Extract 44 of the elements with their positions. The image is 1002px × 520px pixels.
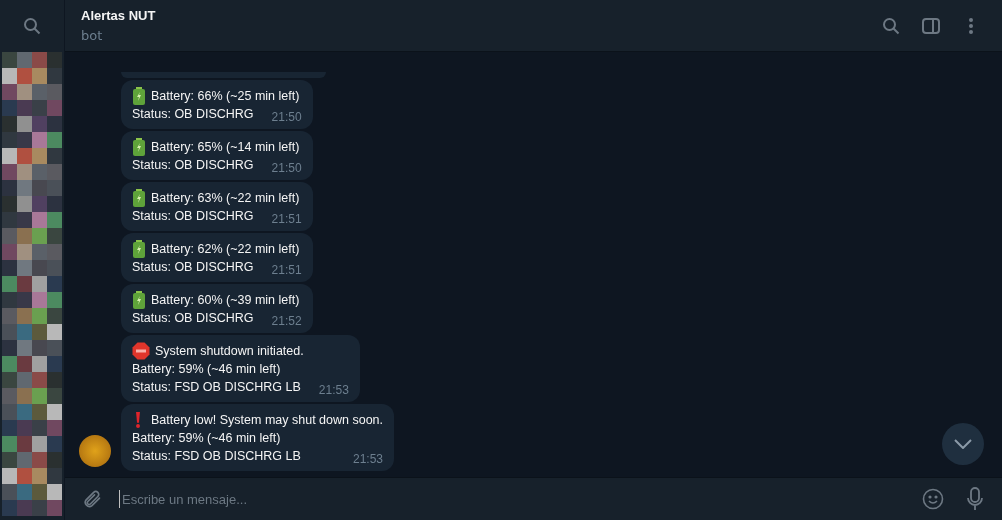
microphone-icon — [966, 487, 984, 511]
message-input[interactable]: Escribe un mensaje... — [119, 490, 906, 508]
search-icon — [23, 17, 41, 35]
battery-icon — [132, 87, 146, 105]
message-text: Battery: 59% (~46 min left) — [132, 361, 281, 378]
message-time: 21:50 — [271, 109, 302, 126]
message-text: Battery: 66% (~25 min left) — [151, 88, 300, 105]
message-text: Battery: 63% (~22 min left) — [151, 190, 300, 207]
message-text: Battery: 65% (~14 min left) — [151, 139, 300, 156]
message-time: 21:50 — [271, 160, 302, 177]
chat-title: Alertas NUT — [81, 8, 157, 23]
chevron-down-icon — [954, 439, 972, 449]
message-time: 21:52 — [271, 313, 302, 330]
message-text: Battery: 59% (~46 min left) — [132, 430, 281, 447]
scroll-down-button[interactable] — [942, 423, 984, 465]
more-icon — [969, 17, 973, 34]
message-text: Status: OB DISCHRG — [132, 106, 254, 123]
message-text: Status: OB DISCHRG — [132, 157, 254, 174]
message-time: 21:51 — [271, 211, 302, 228]
message-text: Status: FSD OB DISCHRG LB — [132, 448, 301, 465]
panel-icon — [922, 17, 940, 34]
exclamation-icon — [136, 412, 140, 428]
message-time: 21:51 — [271, 262, 302, 279]
chat-subtitle: bot — [81, 28, 104, 43]
message-text: Status: OB DISCHRG — [132, 259, 254, 276]
smiley-icon — [922, 488, 944, 510]
battery-icon — [132, 138, 146, 156]
battery-icon — [132, 240, 146, 258]
stop-sign-icon — [132, 342, 150, 360]
message-text: Battery low! System may shut down soon. — [151, 412, 384, 429]
message-text: Battery: 62% (~22 min left) — [151, 241, 300, 258]
message-text: Battery: 60% (~39 min left) — [151, 292, 300, 309]
message-text: Status: OB DISCHRG — [132, 208, 254, 225]
message-time: 21:53 — [353, 451, 384, 468]
message-time: 21:53 — [318, 382, 349, 399]
battery-icon — [132, 291, 146, 309]
bot-avatar — [79, 435, 111, 467]
message-text: System shutdown initiated. — [155, 343, 304, 360]
message-text: Status: OB DISCHRG — [132, 310, 254, 327]
search-icon — [882, 16, 900, 35]
battery-icon — [132, 189, 146, 207]
message-composer[interactable]: Escribe un mensaje... — [65, 477, 1002, 520]
paperclip-icon — [82, 489, 102, 509]
message-text: Status: FSD OB DISCHRG LB — [132, 379, 301, 396]
